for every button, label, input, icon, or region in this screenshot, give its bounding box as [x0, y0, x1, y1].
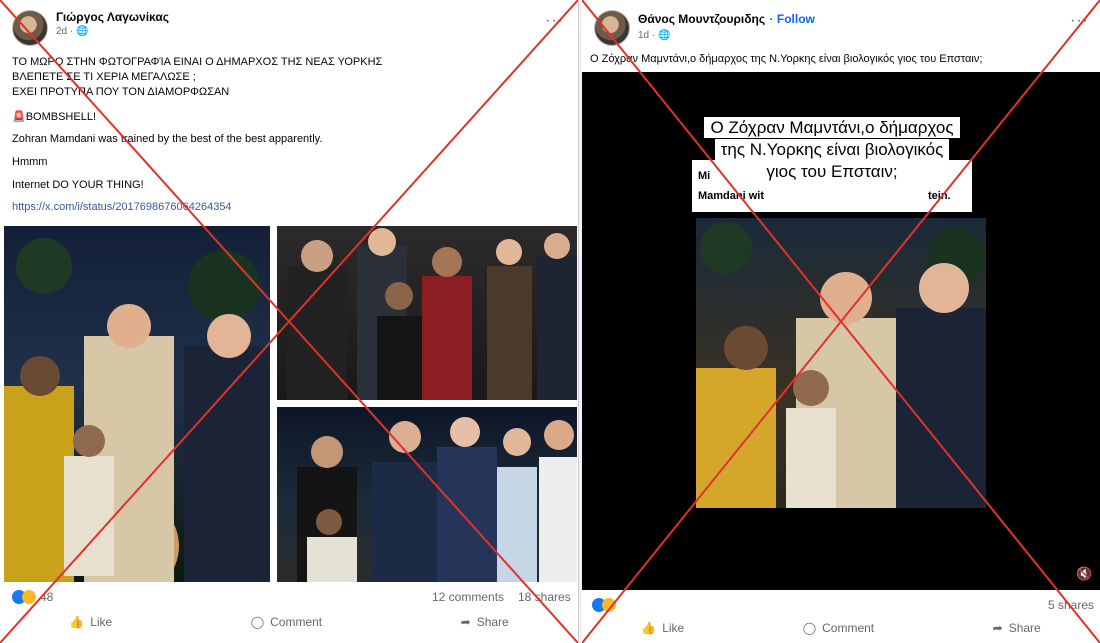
- action-bar: 👍 Like ◯ Comment ➦ Share: [582, 614, 1100, 642]
- video-title: Ο Ζόχραν Μαμντάνι,ο δήμαρχος της Ν.Υορκη…: [702, 117, 962, 183]
- reactions-summary[interactable]: 48: [12, 586, 53, 608]
- photo-people-illustration: [297, 417, 577, 582]
- post-line: ΒΛΕΠΕΤΕ ΣΕ ΤΙ ΧΕΡΙΑ ΜΕΓΑΛΩΣΕ ;: [12, 71, 196, 83]
- post-line: Zohran Mamdani was trained by the best o…: [12, 133, 323, 145]
- post-time[interactable]: 1d · 🌐: [638, 30, 815, 41]
- video-player[interactable]: Mi Mamdani wit tein. Ο Ζόχραν Μαμντάνι,ο…: [582, 72, 1100, 590]
- post-link[interactable]: https://x.com/i/status/20176986760642643…: [12, 201, 232, 214]
- video-people-illustration: [696, 222, 986, 508]
- wow-reaction-icon: [602, 598, 616, 612]
- reactions-summary[interactable]: [592, 594, 616, 616]
- share-label: Share: [1008, 621, 1041, 635]
- follow-button[interactable]: · Follow: [770, 12, 815, 26]
- post-line: Internet DO YOUR THING!: [12, 179, 144, 191]
- thumbs-up-icon: 👍: [641, 621, 657, 635]
- post-time[interactable]: 2d · 🌐: [56, 26, 169, 37]
- share-label: Share: [476, 615, 509, 629]
- avatar[interactable]: [12, 10, 48, 46]
- left-post: Γιώργος Λαγωνίκας 2d · 🌐 ··· ΤΟ ΜΩΡΟ ΣΤΗ…: [0, 0, 579, 643]
- video-frame: [696, 218, 986, 508]
- comment-button[interactable]: ◯ Comment: [803, 621, 874, 635]
- right-post: Θάνος Μουντζουριδης · Follow 1d · 🌐 ··· …: [582, 0, 1100, 643]
- like-label: Like: [662, 621, 685, 635]
- photo-people-illustration: [287, 228, 577, 400]
- comment-bubble-icon: ◯: [250, 615, 265, 629]
- post-line: ΕΧΕΙ ΠΡΟΤΥΠΑ ΠΟΥ ΤΟΝ ΔΙΑΜΟΡΦΩΣΑΝ: [12, 86, 230, 98]
- post-text: Ο Ζόχραν Μαμντάνι,ο δήμαρχος της Ν.Υορκη…: [590, 53, 983, 65]
- share-button[interactable]: ➦ Share: [993, 621, 1041, 635]
- action-bar: 👍 Like ◯ Comment ➦ Share: [0, 608, 578, 636]
- avatar[interactable]: [594, 10, 630, 46]
- post-line: ΤΟ ΜΩΡΟ ΣΤΗΝ ΦΩΤΟΓΡΑΦΊΑ ΕΙΝΑΙ Ο ΔΗΜΑΡΧΟΣ…: [12, 56, 383, 68]
- share-arrow-icon: ➦: [460, 615, 471, 629]
- author-name[interactable]: Θάνος Μουντζουριδης: [638, 12, 765, 26]
- thumbs-up-icon: 👍: [69, 615, 85, 629]
- shares-count[interactable]: 18 shares: [518, 586, 571, 608]
- comment-label: Comment: [822, 621, 875, 635]
- comment-label: Comment: [270, 615, 323, 629]
- photo-bottom-right[interactable]: [277, 407, 577, 582]
- caption-line: tein.: [928, 190, 951, 202]
- post-line: Hmmm: [12, 156, 48, 168]
- photo-main[interactable]: [4, 226, 270, 582]
- mute-icon[interactable]: 🔇: [1076, 566, 1092, 582]
- author-name[interactable]: Γιώργος Λαγωνίκας: [56, 10, 169, 24]
- like-button[interactable]: 👍 Like: [69, 615, 112, 629]
- photo-top-right[interactable]: [277, 226, 577, 400]
- post-line: 🚨BOMBSHELL!: [12, 111, 96, 123]
- caption-line: Mamdani wit: [698, 190, 765, 202]
- share-button[interactable]: ➦ Share: [461, 615, 509, 629]
- more-options-icon[interactable]: ···: [1070, 12, 1089, 30]
- wow-reaction-icon: [22, 590, 36, 604]
- like-label: Like: [90, 615, 113, 629]
- like-button[interactable]: 👍 Like: [641, 621, 684, 635]
- photo-people-illustration: [4, 238, 270, 582]
- more-options-icon[interactable]: ···: [545, 12, 564, 30]
- post-header: Γιώργος Λαγωνίκας 2d · 🌐: [12, 10, 169, 50]
- comment-button[interactable]: ◯ Comment: [251, 615, 322, 629]
- reactions-count: 48: [40, 590, 54, 604]
- post-header: Θάνος Μουντζουριδης · Follow 1d · 🌐: [594, 10, 815, 50]
- shares-count[interactable]: 5 shares: [1048, 594, 1094, 616]
- comment-bubble-icon: ◯: [802, 621, 817, 635]
- share-arrow-icon: ➦: [992, 621, 1003, 635]
- comments-count[interactable]: 12 comments: [432, 586, 504, 608]
